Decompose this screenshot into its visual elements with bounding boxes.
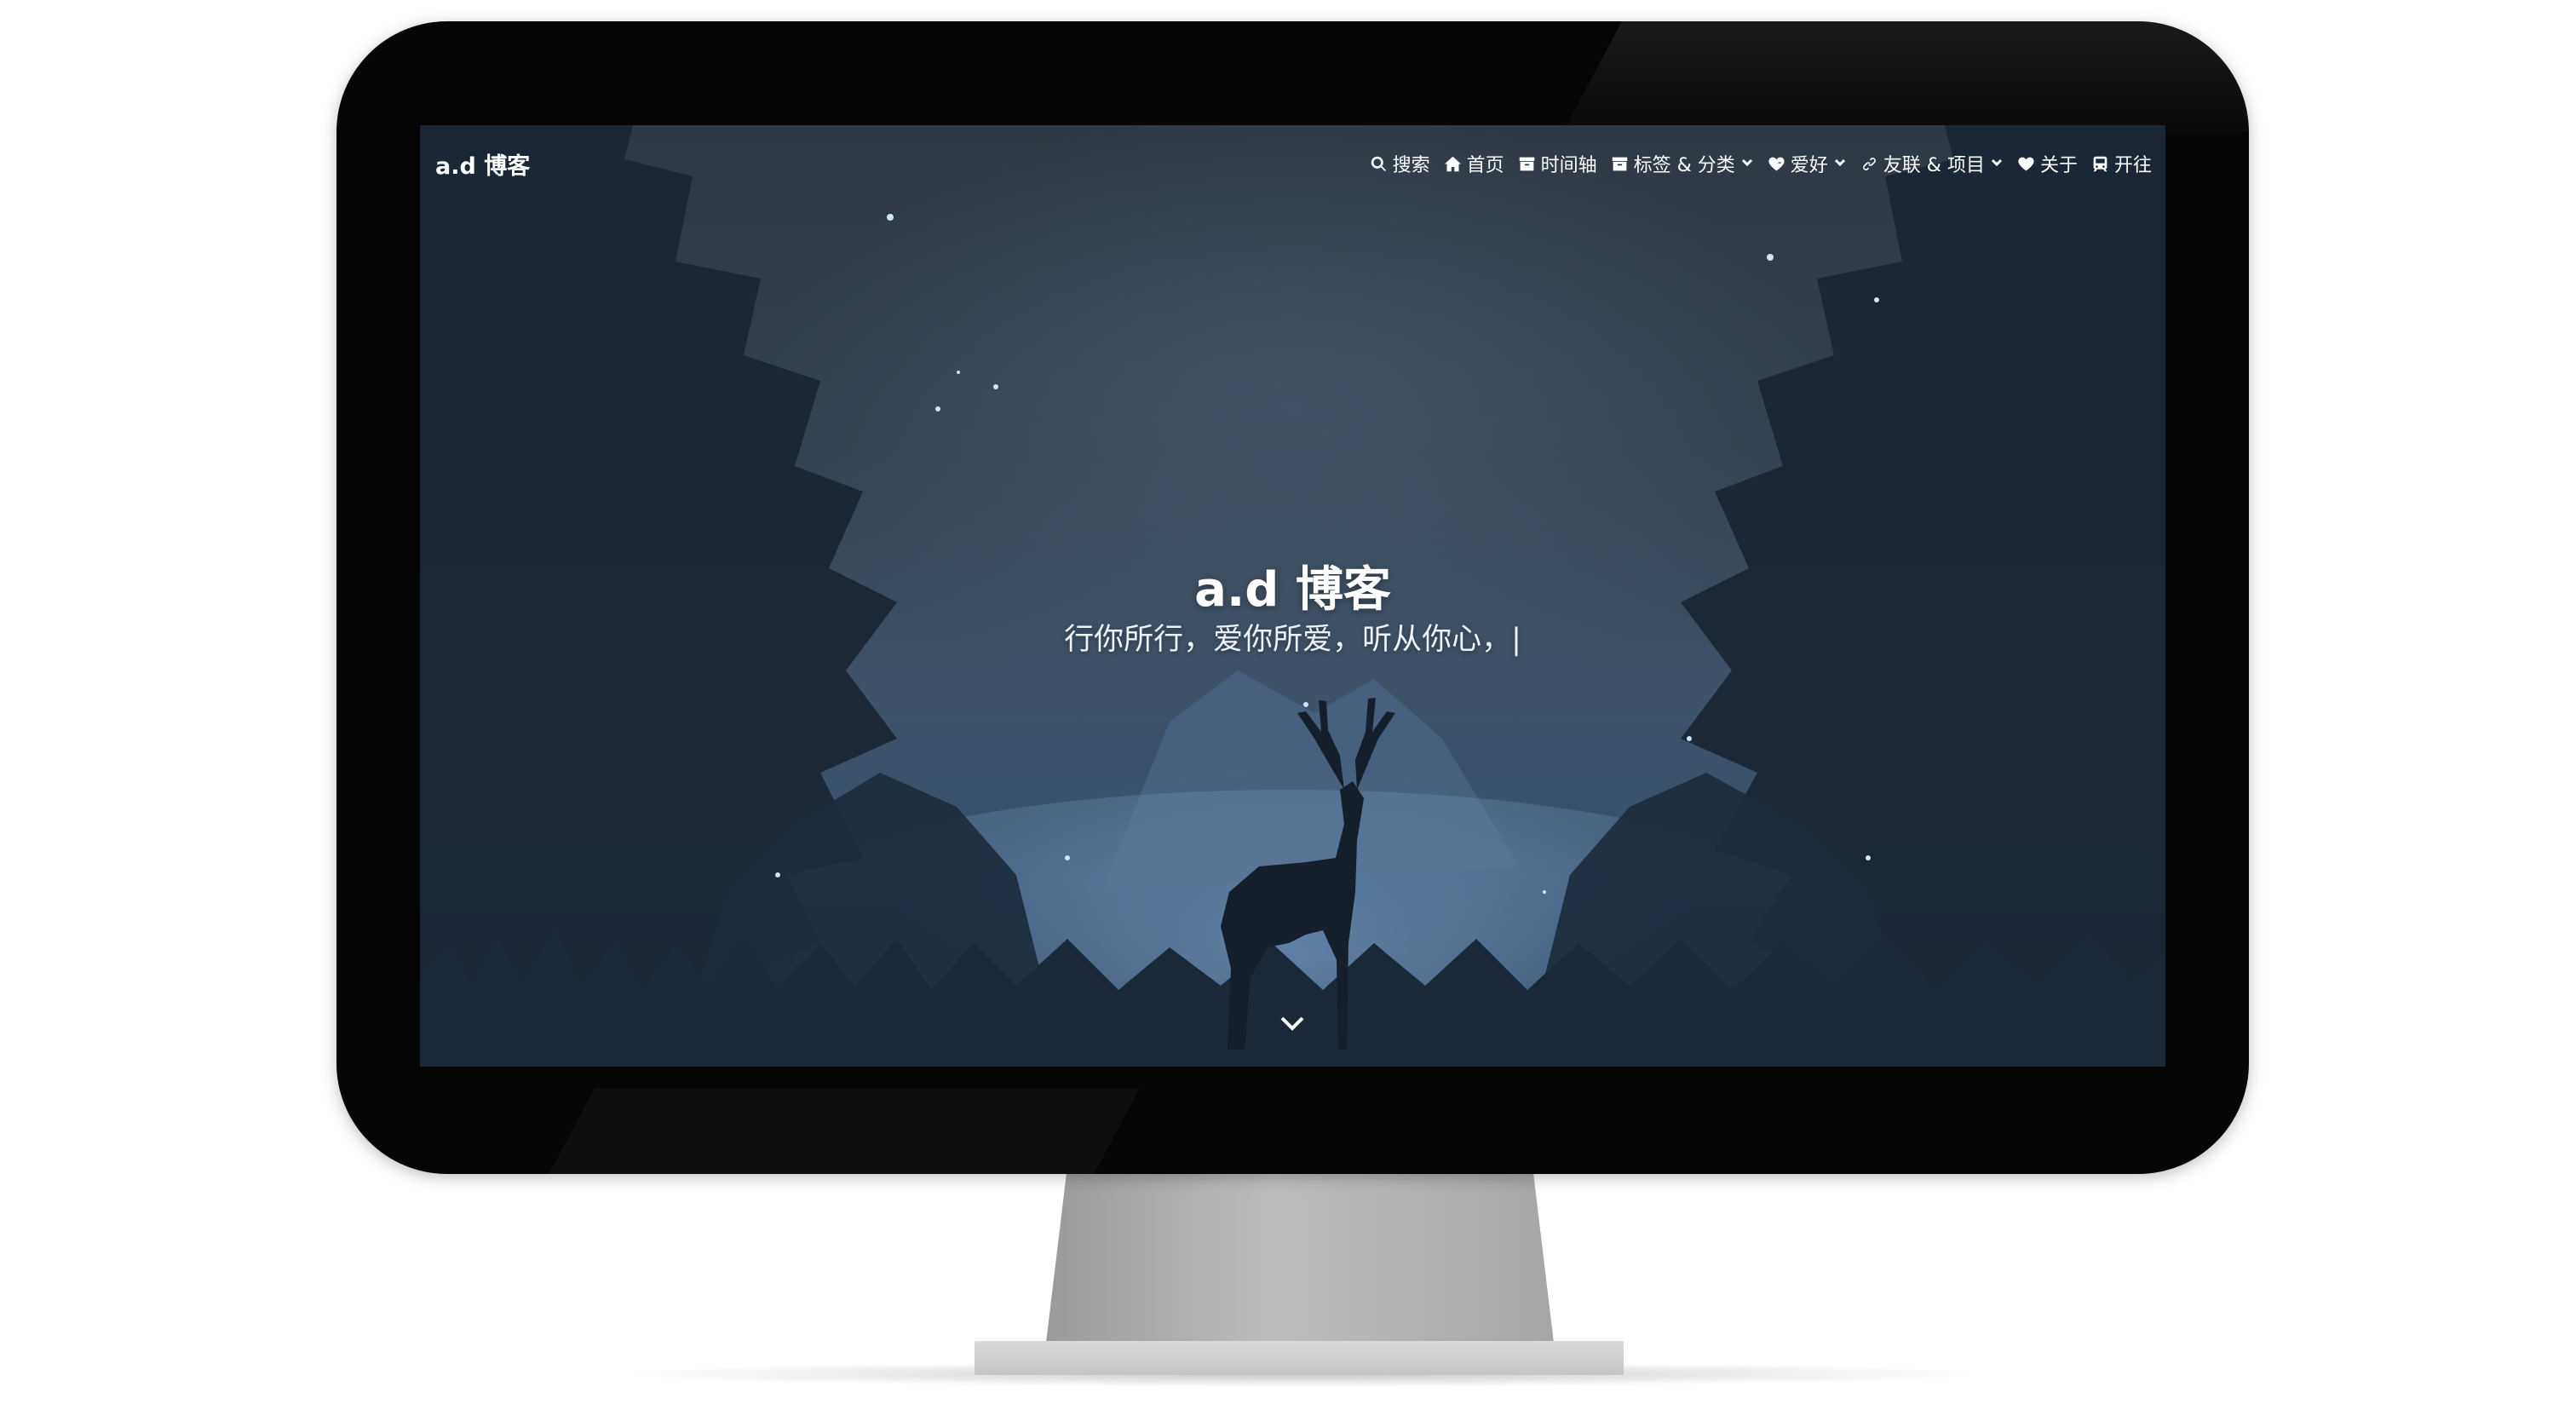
- nav-item-timeline[interactable]: 时间轴: [1518, 150, 1597, 177]
- nav-item-hobbies[interactable]: 爱好: [1768, 150, 1847, 177]
- heart-icon: [2018, 157, 2034, 170]
- nav-item-label: 关于: [2039, 155, 2078, 176]
- nav-item-links-projects[interactable]: 友联 & 项目: [1860, 150, 2004, 177]
- nav-item-label: 友联 & 项目: [1883, 155, 1985, 176]
- nav-item-label: 首页: [1466, 155, 1504, 176]
- nav-item-label: 开往: [2113, 155, 2152, 176]
- hero-title: a.d 博客: [1194, 562, 1391, 618]
- chevron-down-icon: [1833, 153, 1847, 175]
- scroll-down-button[interactable]: [1279, 1013, 1306, 1035]
- monitor-stand-neck: [1046, 1174, 1554, 1343]
- bezel-glare: [521, 1089, 1140, 1174]
- site-brand-link[interactable]: a.d 博客: [435, 147, 530, 181]
- monitor-stand-base: [975, 1341, 1624, 1375]
- nav-item-label: 爱好: [1790, 155, 1828, 176]
- nav-item-label: 时间轴: [1540, 155, 1597, 176]
- link-icon: [1862, 157, 1876, 170]
- heart-pulse-icon: [1768, 157, 1785, 170]
- nav-item-label: 搜索: [1392, 155, 1430, 176]
- archive-icon: [1519, 157, 1534, 170]
- nav-item-about[interactable]: 关于: [2017, 150, 2078, 177]
- nav-item-label: 标签 & 分类: [1633, 155, 1735, 176]
- nav-item-tags-categories[interactable]: 标签 & 分类: [1611, 150, 1754, 177]
- search-icon: [1371, 156, 1386, 171]
- nav-menu: 搜索 首页 时间轴 标签 & 分类 爱好 友联 & 项目 关于 开往: [1370, 150, 2152, 177]
- chevron-down-icon: [1280, 1016, 1304, 1031]
- home-icon: [1444, 156, 1461, 171]
- chevron-down-icon: [1990, 153, 2004, 175]
- bezel-glare: [1562, 21, 2249, 132]
- archive-icon: [1612, 157, 1627, 170]
- top-navbar: a.d 博客 搜索 首页 时间轴 标签 & 分类 爱好 友联 & 项目 关于 开…: [420, 125, 2165, 202]
- nav-item-travelling[interactable]: 开往: [2091, 150, 2152, 177]
- chevron-down-icon: [1740, 153, 1754, 175]
- subway-icon: [2093, 156, 2107, 171]
- hero-subtitle: 行你所行，爱你所爱，听从你心，|: [1064, 623, 1521, 657]
- browser-viewport: a.d 博客 搜索 首页 时间轴 标签 & 分类 爱好 友联 & 项目 关于 开…: [420, 125, 2165, 1067]
- nav-item-search[interactable]: 搜索: [1370, 150, 1430, 177]
- nav-item-home[interactable]: 首页: [1444, 150, 1504, 177]
